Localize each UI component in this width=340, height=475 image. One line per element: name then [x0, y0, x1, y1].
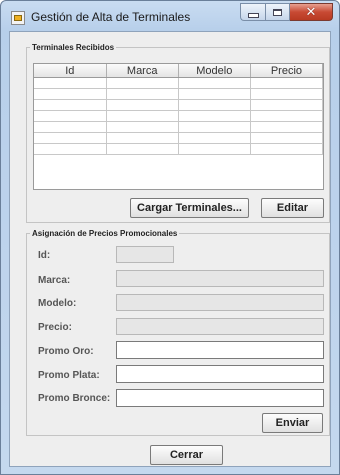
table-cell[interactable] [178, 143, 251, 155]
table-header-row: Id Marca Modelo Precio [34, 64, 323, 78]
promo-gold-field[interactable] [116, 341, 324, 361]
table-cell[interactable] [106, 121, 179, 133]
promo-gold-label: Promo Oro: [38, 346, 94, 357]
promo-bronze-input[interactable] [117, 392, 323, 409]
close-window-button[interactable]: ✕ [290, 3, 333, 21]
table-cell[interactable] [34, 110, 107, 122]
promo-bronze-label: Promo Bronce: [38, 393, 111, 404]
title-bar[interactable]: Gestión de Alta de Terminales ✕ [1, 1, 339, 31]
table-cell[interactable] [250, 99, 323, 111]
table-cell[interactable] [106, 99, 179, 111]
edit-button[interactable]: Editar [261, 198, 324, 218]
table-cell[interactable] [178, 99, 251, 111]
promo-silver-label: Promo Plata: [38, 370, 100, 381]
id-label: Id: [38, 250, 51, 261]
window-title: Gestión de Alta de Terminales [31, 10, 191, 24]
table-cell[interactable] [178, 77, 251, 89]
table-cell[interactable] [250, 77, 323, 89]
table-cell[interactable] [34, 143, 107, 155]
table-row[interactable] [34, 143, 323, 155]
maximize-icon [273, 8, 282, 16]
table-row[interactable] [34, 99, 323, 111]
close-button[interactable]: Cerrar [150, 445, 223, 465]
price-label: Precio: [38, 322, 72, 333]
id-input [117, 250, 173, 265]
terminals-table[interactable]: Id Marca Modelo Precio [33, 63, 324, 190]
table-row[interactable] [34, 121, 323, 133]
table-cell[interactable] [34, 99, 107, 111]
table-cell[interactable] [250, 110, 323, 122]
model-label: Modelo: [38, 298, 77, 309]
promo-silver-field[interactable] [116, 365, 324, 385]
table-cell[interactable] [178, 110, 251, 122]
table-row[interactable] [34, 110, 323, 122]
column-header-brand[interactable]: Marca [106, 64, 179, 78]
table-cell[interactable] [178, 88, 251, 100]
table-cell[interactable] [106, 132, 179, 144]
table-cell[interactable] [250, 132, 323, 144]
table-cell[interactable] [34, 77, 107, 89]
price-input [117, 322, 323, 337]
table-cell[interactable] [34, 121, 107, 133]
brand-field [116, 270, 324, 289]
table-cell[interactable] [106, 110, 179, 122]
table-row[interactable] [34, 132, 323, 144]
minimize-button[interactable] [240, 3, 265, 21]
window-controls: ✕ [240, 3, 333, 22]
table-cell[interactable] [178, 121, 251, 133]
table-cell[interactable] [250, 143, 323, 155]
load-terminals-button[interactable]: Cargar Terminales... [130, 198, 249, 218]
java-app-icon [11, 11, 25, 25]
column-header-model[interactable]: Modelo [178, 64, 251, 78]
table-row[interactable] [34, 88, 323, 100]
promo-gold-input[interactable] [117, 344, 323, 361]
table-cell[interactable] [250, 121, 323, 133]
table-cell[interactable] [34, 132, 107, 144]
table-cell[interactable] [106, 143, 179, 155]
close-icon: ✕ [305, 4, 317, 20]
received-terminals-legend: Terminales Recibidos [32, 43, 115, 52]
model-input [117, 298, 323, 313]
send-button[interactable]: Enviar [262, 413, 323, 433]
table-cell[interactable] [250, 88, 323, 100]
table-row[interactable] [34, 77, 323, 89]
maximize-button[interactable] [265, 3, 290, 21]
brand-input [117, 274, 323, 289]
column-header-price[interactable]: Precio [250, 64, 323, 78]
promo-silver-input[interactable] [117, 368, 323, 385]
price-field [116, 318, 324, 337]
table-cell[interactable] [106, 77, 179, 89]
id-field [116, 246, 174, 265]
model-field [116, 294, 324, 313]
promo-bronze-field[interactable] [116, 389, 324, 409]
table-cell[interactable] [178, 132, 251, 144]
table-cell[interactable] [34, 88, 107, 100]
table-cell[interactable] [106, 88, 179, 100]
brand-label: Marca: [38, 275, 71, 286]
column-header-id[interactable]: Id [34, 64, 107, 78]
minimize-icon [247, 12, 259, 18]
promo-prices-legend: Asignación de Precios Promocionales [32, 229, 178, 238]
